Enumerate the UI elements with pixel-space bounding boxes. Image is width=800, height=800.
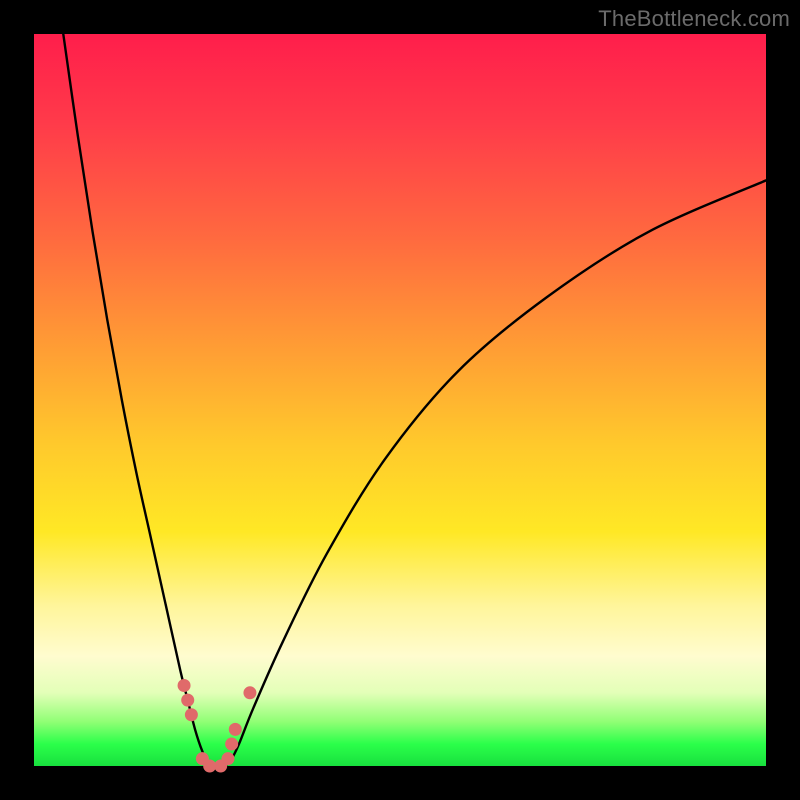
plot-area: [34, 34, 766, 766]
curve-marker: [225, 738, 238, 751]
bottleneck-curve-svg: [34, 34, 766, 766]
watermark-text: TheBottleneck.com: [598, 6, 790, 32]
curve-marker: [178, 679, 191, 692]
curve-markers: [178, 679, 257, 773]
curve-marker: [221, 752, 234, 765]
curve-marker: [181, 694, 194, 707]
chart-frame: TheBottleneck.com: [0, 0, 800, 800]
bottleneck-curve-path: [63, 34, 766, 767]
curve-marker: [243, 686, 256, 699]
curve-marker: [185, 708, 198, 721]
curve-marker: [229, 723, 242, 736]
